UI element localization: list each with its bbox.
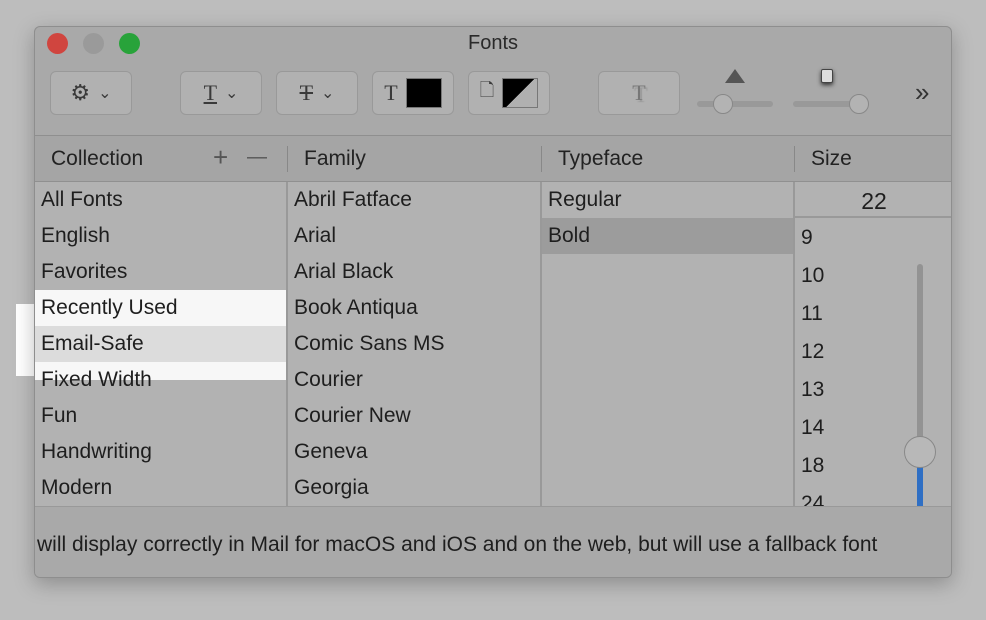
window-title: Fonts [467,32,519,54]
typeface-list[interactable]: Regular Bold [542,182,795,506]
family-item[interactable]: Book Antiqua [288,290,540,326]
strikethrough-icon: T [299,80,314,105]
fonts-window: Fonts ⚙ ⌄ T ⌄ T ⌄ T 🗋 T » Collection + — Fa… [34,26,952,578]
typeface-item-selected[interactable]: Bold [542,218,793,254]
text-color-icon: T [384,80,398,105]
collection-item[interactable]: Recently Used [35,290,286,326]
chevron-down-icon: ⌄ [98,85,112,102]
size-item[interactable]: 11 [795,296,951,334]
collection-item[interactable]: Favorites [35,254,286,290]
collection-item-selected[interactable]: Email-Safe [35,326,286,362]
header-collection: Collection [51,147,144,170]
text-color-button[interactable]: T [372,71,454,115]
size-slider[interactable] [904,264,936,506]
collection-item[interactable]: Modern [35,470,286,506]
header-size: Size [811,147,852,170]
collection-item[interactable]: Fun [35,398,286,434]
collection-item[interactable]: Handwriting [35,434,286,470]
chevron-down-icon: ⌄ [321,85,335,102]
chevron-down-icon: ⌄ [225,85,239,102]
remove-collection-button[interactable]: — [247,146,267,169]
header-typeface: Typeface [558,147,644,170]
column-headers: Collection + — Family Typeface Size [35,135,951,182]
family-item[interactable]: Comic Sans MS [288,326,540,362]
family-item[interactable]: Geneva [288,434,540,470]
add-collection-button[interactable]: + [213,142,228,173]
collection-item[interactable]: Fixed Width [35,362,286,391]
size-item[interactable]: 24 [795,486,951,506]
collection-list[interactable]: All Fonts English Favorites Recently Use… [35,182,288,506]
size-item[interactable]: 10 [795,258,951,296]
size-item[interactable]: 13 [795,372,951,410]
collection-item[interactable]: English [35,218,286,254]
description-bar: will display correctly in Mail for macOS… [35,506,951,577]
shadow-opacity-slider[interactable] [697,94,773,114]
typeface-item[interactable]: Regular [542,182,793,218]
family-item[interactable]: Arial Black [288,254,540,290]
text-shadow-button[interactable]: T [598,71,680,115]
size-item[interactable]: 12 [795,334,951,372]
shadow-blur-slider[interactable] [793,94,869,114]
family-item[interactable]: Georgia [288,470,540,506]
header-family: Family [304,147,366,170]
text-shadow-icon: T [632,80,646,105]
size-slider-knob[interactable] [904,436,936,468]
toolbar-overflow-button[interactable]: » [915,77,929,108]
shadow-blur-icon [821,69,833,83]
family-item[interactable]: Courier [288,362,540,398]
text-underline-icon: T [203,80,218,105]
gear-icon: ⚙ [70,80,91,105]
size-item[interactable]: 9 [795,220,951,258]
strikethrough-menu-button[interactable]: T ⌄ [276,71,358,115]
text-color-swatch [405,78,442,108]
family-item[interactable]: Courier New [288,398,540,434]
underline-menu-button[interactable]: T ⌄ [180,71,262,115]
document-icon: 🗋 [479,80,495,100]
size-panel: 22 9 10 11 12 13 14 18 24 [795,182,951,506]
family-item[interactable]: Abril Fatface [288,182,540,218]
document-color-button[interactable]: 🗋 [468,71,550,115]
family-list[interactable]: Abril Fatface Arial Arial Black Book Ant… [288,182,542,506]
shadow-opacity-icon [725,69,745,83]
collection-item[interactable]: All Fonts [35,182,286,218]
document-color-swatch [502,78,539,108]
description-text: will display correctly in Mail for macOS… [37,533,878,556]
action-menu-button[interactable]: ⚙ ⌄ [50,71,132,115]
size-input[interactable]: 22 [795,182,951,218]
family-item[interactable]: Arial [288,218,540,254]
